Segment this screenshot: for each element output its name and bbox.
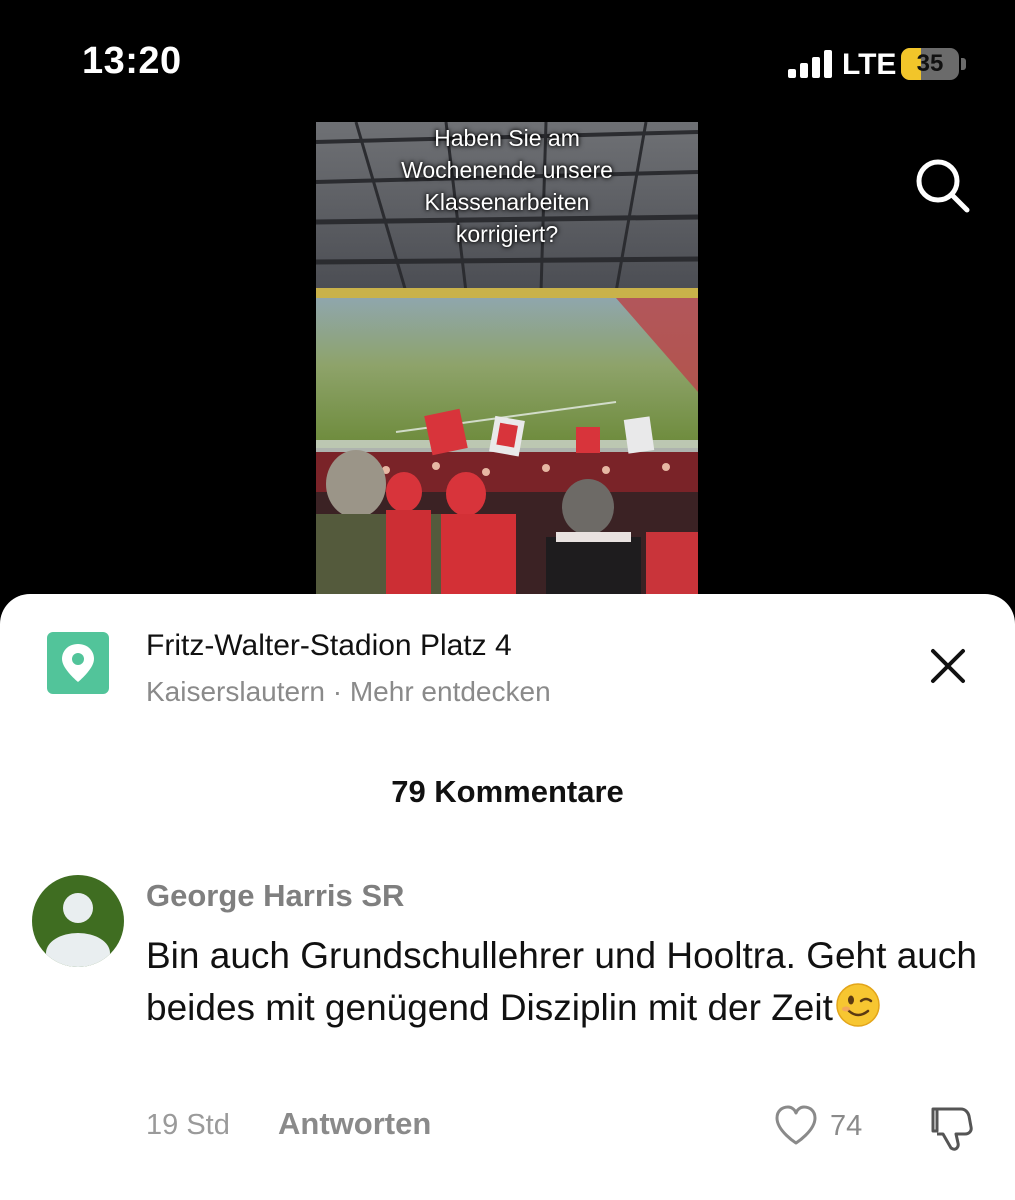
location-title[interactable]: Fritz-Walter-Stadion Platz 4 [146, 629, 512, 663]
comment-count: 79 Kommentare [391, 774, 624, 809]
caption-line: Haben Sie am [434, 125, 580, 151]
location-button[interactable] [47, 632, 109, 694]
video-player[interactable]: Haben Sie am Wochenende unsere Klassenar… [316, 122, 698, 594]
status-bar: 13:20 LTE 35 [0, 0, 1015, 120]
search-icon [916, 159, 970, 213]
winking-face-emoji [836, 983, 880, 1027]
caption-line: Klassenarbeiten [424, 189, 590, 215]
signal-icon [788, 50, 832, 78]
battery-icon: 35 [901, 48, 959, 80]
avatar[interactable] [32, 875, 124, 967]
location-subtitle[interactable]: Kaiserslautern · Mehr entdecken [146, 676, 551, 708]
search-button[interactable] [912, 155, 972, 215]
thumbs-down-icon [931, 1107, 973, 1151]
close-icon [931, 649, 965, 683]
caption-line: Wochenende unsere [401, 157, 613, 183]
dislike-button[interactable] [925, 1101, 977, 1153]
comment-time: 19 Std [146, 1109, 230, 1141]
comments-sheet: Fritz-Walter-Stadion Platz 4 Kaiserslaut… [0, 594, 1015, 1200]
reply-button[interactable]: Antworten [278, 1106, 431, 1142]
video-caption: Haben Sie am Wochenende unsere Klassenar… [316, 122, 698, 250]
network-type: LTE [842, 48, 897, 81]
battery-level: 35 [916, 50, 944, 77]
user-silhouette-icon [46, 893, 110, 967]
like-count: 74 [830, 1110, 863, 1142]
comment-author[interactable]: George Harris SR [146, 878, 404, 914]
location-pin-icon [62, 644, 94, 682]
comment-text: Bin auch Grundschullehrer und Hooltra. G… [146, 930, 986, 1034]
like-button[interactable] [773, 1103, 819, 1149]
caption-line: korrigiert? [455, 221, 559, 247]
close-button[interactable] [928, 646, 968, 686]
status-time: 13:20 [82, 40, 182, 82]
heart-icon [775, 1105, 817, 1145]
